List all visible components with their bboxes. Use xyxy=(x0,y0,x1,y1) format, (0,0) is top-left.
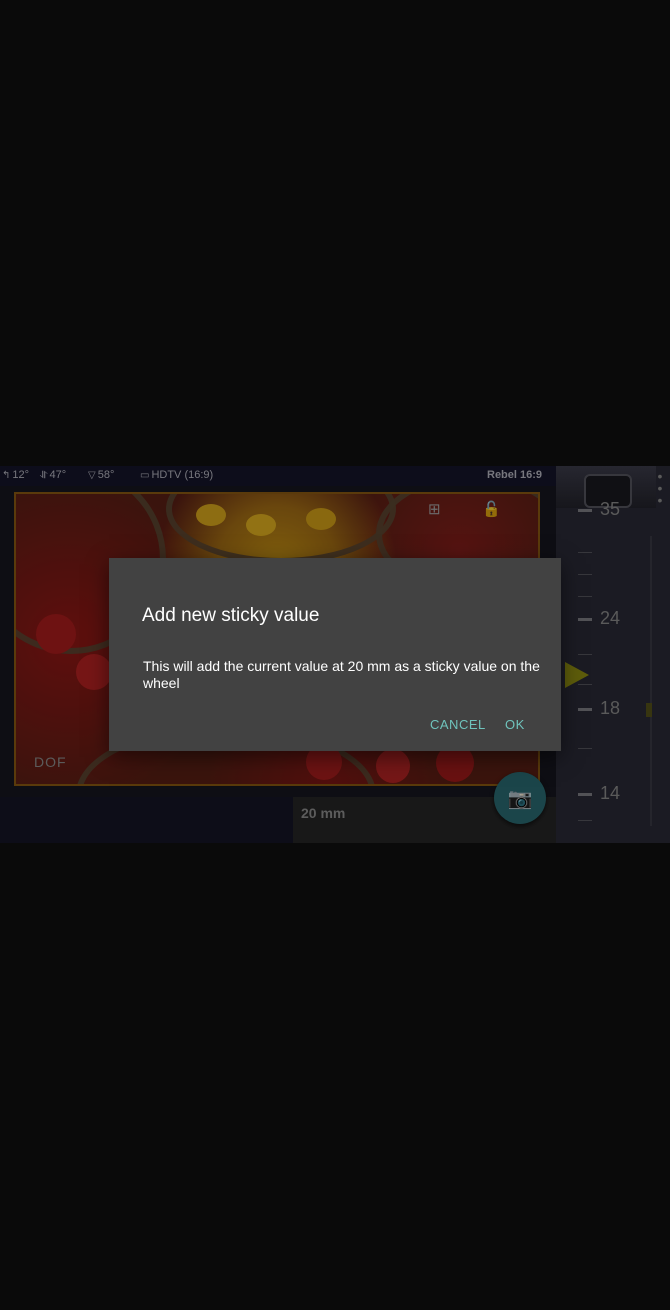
dialog-title: Add new sticky value xyxy=(142,605,320,626)
ok-button[interactable]: OK xyxy=(505,717,525,732)
dialog-message: This will add the current value at 20 mm… xyxy=(143,658,540,691)
sticky-value-dialog: Add new sticky value This will add the c… xyxy=(109,558,561,751)
cancel-button[interactable]: CANCEL xyxy=(430,717,486,732)
